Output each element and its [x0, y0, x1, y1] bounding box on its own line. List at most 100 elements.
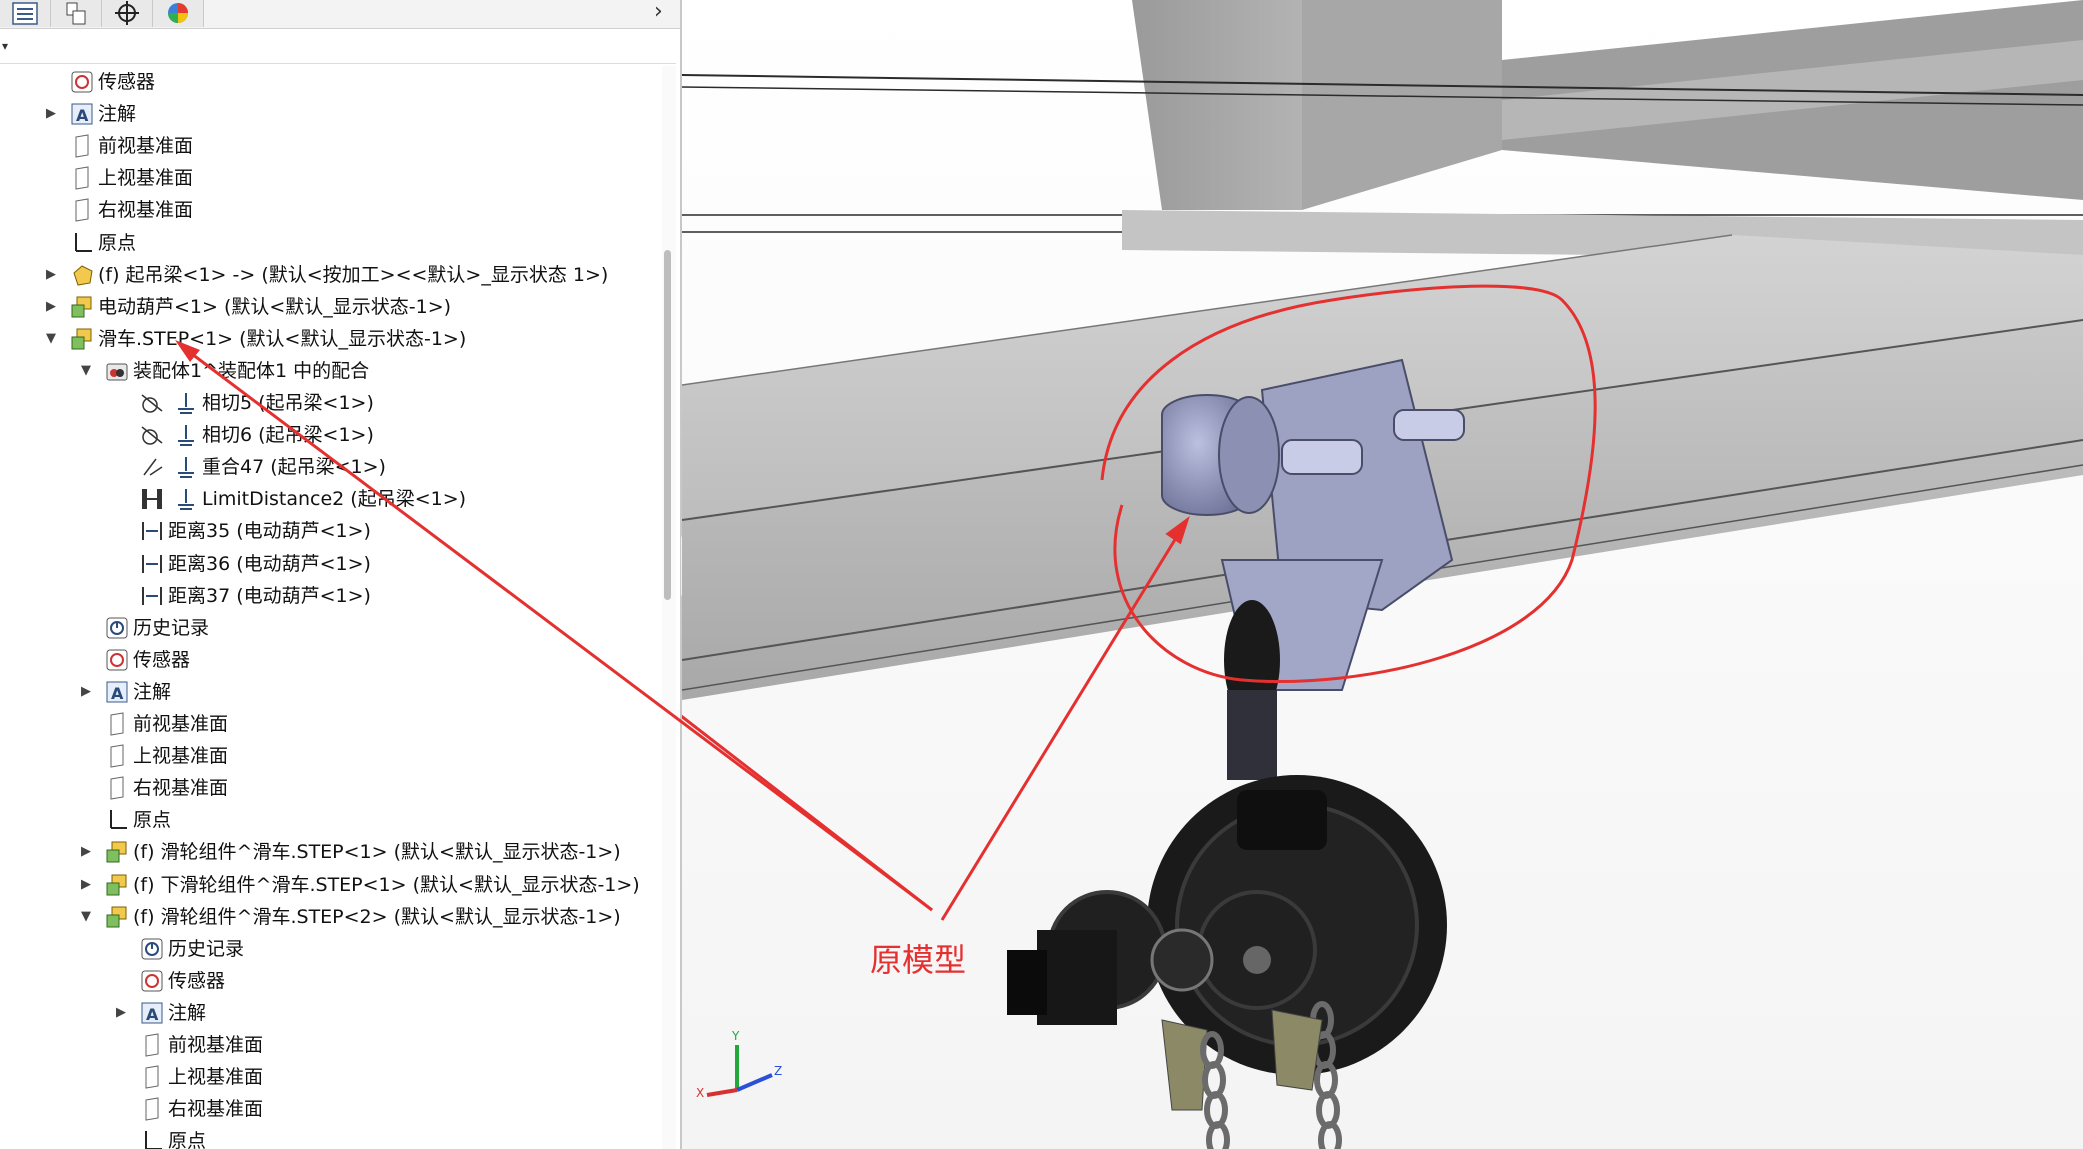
tree-item-label: 传感器 [98, 71, 156, 93]
tree-item[interactable]: ▼ 滑车.STEP<1> (默认<默认_显示状态-1>) [0, 323, 660, 355]
tree-item-label: 右视基准面 [133, 777, 229, 800]
panel-chevron-right-icon[interactable]: › [654, 0, 676, 27]
trolley-axle [1393, 409, 1465, 441]
ground-fix-icon [178, 457, 194, 479]
expand-arrow-icon[interactable]: ▼ [79, 355, 93, 387]
tree-item[interactable]: 传感器 [0, 644, 660, 676]
annotation-icon: A [71, 103, 93, 125]
tree-item-label: (f) 滑轮组件^滑车.STEP<2> (默认<默认_显示状态-1>) [133, 905, 621, 928]
tree-item[interactable]: ▶ A 注解 [0, 98, 660, 130]
tree-item[interactable]: 距离36 (电动葫芦<1>) [0, 548, 660, 580]
collapse-arrow-icon[interactable]: ▶ [79, 869, 93, 901]
tree-item[interactable]: 上视基准面 [0, 740, 660, 772]
ground-fix-icon [178, 393, 194, 414]
hoist-gear-hub [1150, 928, 1214, 992]
tree-item[interactable]: ▼ 装配体1^装配体1 中的配合 [0, 355, 660, 387]
tree-item[interactable]: 右视基准面 [0, 772, 660, 804]
plane-icon [75, 134, 89, 158]
manager-tab-bar: › [0, 0, 680, 29]
tree-item[interactable]: ▶ A 注解 [0, 676, 660, 708]
collapse-arrow-icon[interactable]: ▶ [44, 259, 58, 291]
y-axis-label: Y [731, 1029, 740, 1043]
tree-item-label: 前视基准面 [98, 135, 194, 158]
collapse-arrow-icon[interactable]: ▶ [44, 98, 58, 130]
plane-icon [110, 744, 124, 768]
color-wheel-icon [168, 3, 188, 23]
expand-arrow-icon[interactable]: ▼ [44, 323, 58, 355]
tree-item[interactable]: ▶ A 注解 [0, 997, 660, 1029]
tree-item[interactable]: ▶ (f) 起吊梁<1> -> (默认<按加工><<默认>_显示状态 1>) [0, 259, 660, 291]
hoist-motor [1037, 930, 1117, 1025]
distance-mate-icon [142, 586, 162, 605]
tree-item[interactable]: 上视基准面 [0, 162, 660, 194]
tree-item-label: 装配体1^装配体1 中的配合 [133, 359, 370, 382]
annotation-icon: A [141, 1002, 163, 1024]
tree-scrollbar-thumb[interactable] [664, 250, 671, 600]
upper-frame [682, 0, 2083, 260]
tree-item-label: 相切5 (起吊梁<1>) [202, 392, 374, 414]
z-axis-label: Z [774, 1064, 782, 1078]
tree-item-label: 注解 [133, 680, 172, 703]
coordinate-triad: Y Z X [696, 1029, 782, 1100]
tree-item[interactable]: 传感器 [0, 66, 660, 98]
tree-item-label: 上视基准面 [98, 167, 194, 190]
origin-icon [75, 232, 92, 252]
tree-item-label: 历史记录 [133, 616, 210, 639]
tree-item[interactable]: 重合47 (起吊梁<1>) [0, 451, 660, 483]
tree-scrollbar[interactable] [662, 66, 676, 1149]
collapse-arrow-icon[interactable]: ▶ [114, 997, 128, 1029]
configuration-manager-tab[interactable] [51, 0, 102, 27]
annotation-icon: A [106, 681, 128, 703]
collapse-arrow-icon[interactable]: ▶ [44, 291, 58, 323]
tree-item[interactable]: 相切6 (起吊梁<1>) [0, 419, 660, 451]
tree-filter-row[interactable]: ▾ [0, 29, 676, 64]
tree-item[interactable]: 上视基准面 [0, 1061, 660, 1093]
tree-item-label: 右视基准面 [168, 1098, 264, 1121]
tree-item-label: 距离37 (电动葫芦<1>) [168, 584, 371, 607]
tree-item[interactable]: 原点 [0, 804, 660, 836]
tangent-mate-icon [141, 394, 163, 413]
expand-arrow-icon[interactable]: ▼ [79, 901, 93, 933]
tree-item[interactable]: 历史记录 [0, 933, 660, 965]
coincident-mate-icon [143, 458, 163, 476]
tree-item-label: 注解 [98, 103, 137, 126]
tree-item[interactable]: 历史记录 [0, 612, 660, 644]
collapse-arrow-icon[interactable]: ▶ [79, 836, 93, 868]
mates-folder-icon [106, 363, 128, 381]
property-manager-tab[interactable] [0, 0, 51, 27]
display-manager-tab[interactable] [153, 0, 204, 27]
sensor-icon [106, 649, 128, 671]
svg-text:A: A [76, 106, 89, 125]
tree-item[interactable]: 传感器 [0, 965, 660, 997]
tree-item[interactable]: 相切5 (起吊梁<1>) [0, 387, 660, 419]
tree-item[interactable]: 前视基准面 [0, 1029, 660, 1061]
tree-item[interactable]: 前视基准面 [0, 130, 660, 162]
chain-guide [1161, 1019, 1208, 1111]
tree-item-label: 上视基准面 [168, 1066, 264, 1089]
assembly-icon [106, 906, 127, 928]
electric-hoist[interactable] [1007, 775, 1447, 1149]
tree-item[interactable]: 原点 [0, 1125, 660, 1149]
tree-item-label: 相切6 (起吊梁<1>) [202, 424, 374, 447]
tree-item[interactable]: 原点 [0, 227, 660, 259]
tree-item[interactable]: 右视基准面 [0, 1093, 660, 1125]
collapse-arrow-icon[interactable]: ▶ [79, 676, 93, 708]
tree-item[interactable]: ▶ (f) 滑轮组件^滑车.STEP<1> (默认<默认_显示状态-1>) [0, 836, 660, 868]
tree-item[interactable]: ▼ (f) 滑轮组件^滑车.STEP<2> (默认<默认_显示状态-1>) [0, 901, 660, 933]
tree-item[interactable]: ▶ (f) 下滑轮组件^滑车.STEP<1> (默认<默认_显示状态-1>) [0, 869, 660, 901]
tree-item[interactable]: 距离37 (电动葫芦<1>) [0, 580, 660, 612]
tree-item[interactable]: 前视基准面 [0, 708, 660, 740]
tree-item-label: LimitDistance2 (起吊梁<1>) [202, 488, 467, 511]
tree-item[interactable]: ▶ 电动葫芦<1> (默认<默认_显示状态-1>) [0, 291, 660, 323]
assembly-icon [71, 296, 92, 318]
tree-item-label: 距离35 (电动葫芦<1>) [168, 520, 371, 543]
assembly-icon [106, 841, 127, 863]
filter-dropdown-icon[interactable]: ▾ [2, 39, 8, 53]
hoist-shaft [1243, 946, 1271, 974]
dimxpert-tab[interactable] [102, 0, 153, 27]
tree-item[interactable]: 右视基准面 [0, 194, 660, 226]
tree-item-label: 注解 [168, 1001, 207, 1024]
plane-icon [110, 776, 124, 800]
tree-item[interactable]: LimitDistance2 (起吊梁<1>) [0, 483, 660, 515]
tree-item[interactable]: 距离35 (电动葫芦<1>) [0, 515, 660, 547]
